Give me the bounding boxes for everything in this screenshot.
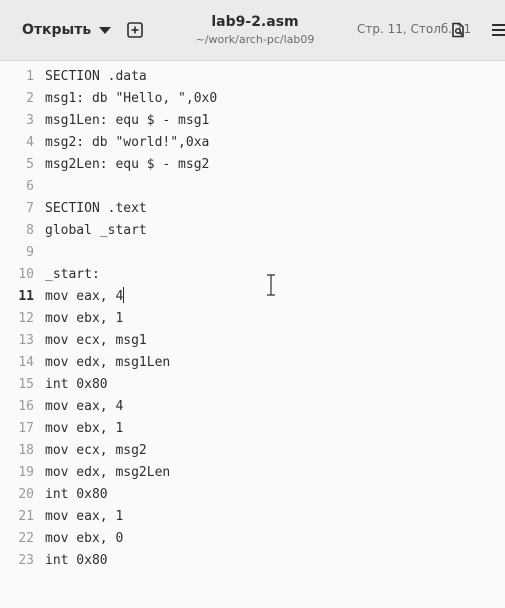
code-line[interactable]: mov eax, 4 xyxy=(45,396,500,418)
line-number: 18 xyxy=(18,443,34,458)
code-line[interactable]: mov edx, msg1Len xyxy=(45,352,500,374)
line-number: 23 xyxy=(18,553,34,568)
code-line[interactable]: int 0x80 xyxy=(45,484,500,506)
code-line-text: int 0x80 xyxy=(45,487,108,502)
code-line[interactable]: SECTION .text xyxy=(45,198,500,220)
code-line-text: global _start xyxy=(45,223,147,238)
code-line-text: msg2: db "world!",0xa xyxy=(45,135,210,150)
line-number: 9 xyxy=(26,245,34,260)
code-line-text: SECTION .text xyxy=(45,201,147,216)
code-area[interactable]: SECTION .data msg1: db "Hello, ",0x0 msg1L… xyxy=(45,66,500,572)
file-name: lab9-2.asm xyxy=(211,14,299,30)
line-number: 19 xyxy=(18,465,34,480)
code-line[interactable]: mov ebx, 1 xyxy=(45,418,500,440)
code-line[interactable]: mov ebx, 1 xyxy=(45,308,500,330)
line-number-gutter: 1 2 3 4 5 6 7 8 9 10 11 12 13 14 15 16 17 18 19 20 21 22 23 xyxy=(0,66,38,572)
code-line[interactable] xyxy=(45,242,500,264)
line-number: 13 xyxy=(18,333,34,348)
code-line[interactable]: msg1Len: equ $ - msg1 xyxy=(45,110,500,132)
hamburger-menu-icon xyxy=(492,24,505,36)
open-button[interactable]: Открыть xyxy=(12,13,121,47)
code-line[interactable] xyxy=(45,176,500,198)
code-line-text: msg1: db "Hello, ",0x0 xyxy=(45,91,218,106)
line-number: 10 xyxy=(18,267,34,282)
line-number: 2 xyxy=(26,91,34,106)
code-line[interactable]: msg2Len: equ $ - msg2 xyxy=(45,154,500,176)
code-line-text: int 0x80 xyxy=(45,377,108,392)
line-number: 1 xyxy=(26,69,34,84)
code-line[interactable]: int 0x80 xyxy=(45,374,500,396)
code-line-text: int 0x80 xyxy=(45,553,108,568)
code-line[interactable]: mov edx, msg2Len xyxy=(45,462,500,484)
code-line-text: mov ebx, 1 xyxy=(45,311,124,326)
text-cursor-icon xyxy=(267,274,275,296)
header-bar: Открыть lab9-2.asm ~/work/arch-pc/lab09 … xyxy=(0,0,505,61)
code-line-text: msg2Len: equ $ - msg2 xyxy=(45,157,210,172)
code-line-text: mov eax, 4 xyxy=(45,399,124,414)
code-line-text: mov ebx, 0 xyxy=(45,531,124,546)
code-line-text: mov ecx, msg2 xyxy=(45,443,147,458)
open-button-label: Открыть xyxy=(22,22,92,38)
code-line[interactable]: int 0x80 xyxy=(45,550,500,572)
code-line[interactable]: msg2: db "world!",0xa xyxy=(45,132,500,154)
line-number: 20 xyxy=(18,487,34,502)
line-number: 12 xyxy=(18,311,34,326)
line-number: 11 xyxy=(18,289,34,304)
code-line[interactable]: SECTION .data xyxy=(45,66,500,88)
code-line-text: mov ecx, msg1 xyxy=(45,333,147,348)
code-line-text: msg1Len: equ $ - msg1 xyxy=(45,113,210,128)
chevron-down-icon xyxy=(99,26,112,34)
new-tab-icon xyxy=(127,22,143,38)
code-line[interactable]: mov ebx, 0 xyxy=(45,528,500,550)
line-number: 16 xyxy=(18,399,34,414)
code-line[interactable]: mov eax, 1 xyxy=(45,506,500,528)
window-title: lab9-2.asm ~/work/arch-pc/lab09 xyxy=(165,13,345,47)
code-line-text: SECTION .data xyxy=(45,69,147,84)
document-button[interactable] xyxy=(443,15,473,45)
line-number: 15 xyxy=(18,377,34,392)
line-number: 3 xyxy=(26,113,34,128)
new-tab-button[interactable] xyxy=(118,13,152,47)
code-line[interactable]: msg1: db "Hello, ",0x0 xyxy=(45,88,500,110)
line-number: 7 xyxy=(26,201,34,216)
line-number: 21 xyxy=(18,509,34,524)
text-caret xyxy=(123,287,125,303)
line-number: 6 xyxy=(26,179,34,194)
code-line[interactable]: mov ecx, msg2 xyxy=(45,440,500,462)
code-line-text: _start: xyxy=(45,267,100,282)
line-number: 8 xyxy=(26,223,34,238)
code-line-text: mov edx, msg2Len xyxy=(45,465,171,480)
code-line[interactable]: global _start xyxy=(45,220,500,242)
code-line-text: mov edx, msg1Len xyxy=(45,355,171,370)
line-number: 4 xyxy=(26,135,34,150)
code-line-text: mov eax, 1 xyxy=(45,509,124,524)
document-search-icon xyxy=(452,22,464,38)
code-line[interactable]: mov ecx, msg1 xyxy=(45,330,500,352)
line-number: 5 xyxy=(26,157,34,172)
main-menu-button[interactable] xyxy=(484,15,505,45)
text-editor[interactable]: 1 2 3 4 5 6 7 8 9 10 11 12 13 14 15 16 17 18 19 20 21 22 23 SE… xyxy=(0,61,505,608)
line-number: 22 xyxy=(18,531,34,546)
code-line-text: mov eax, 4 xyxy=(45,289,124,304)
line-number: 14 xyxy=(18,355,34,370)
file-path: ~/work/arch-pc/lab09 xyxy=(195,33,315,46)
code-line-text: mov ebx, 1 xyxy=(45,421,124,436)
line-number: 17 xyxy=(18,421,34,436)
